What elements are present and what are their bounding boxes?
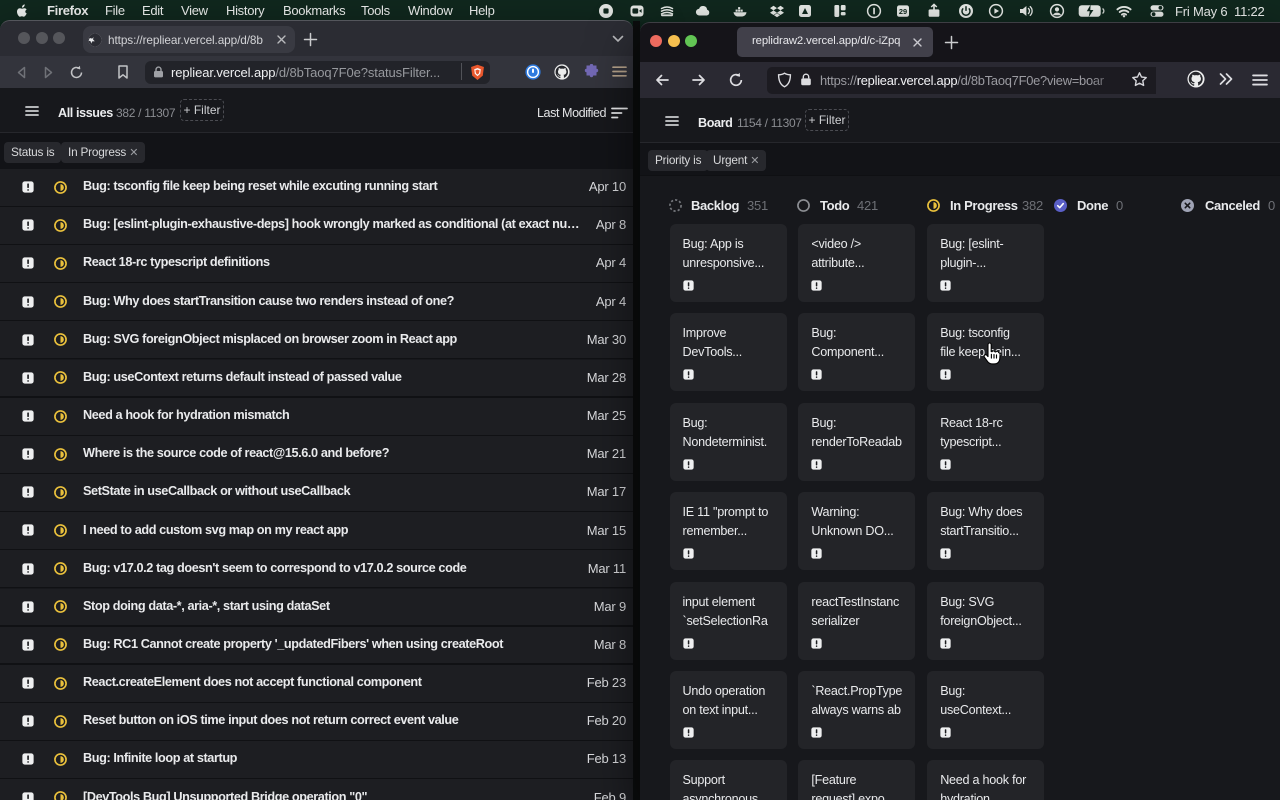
- svg-text:29: 29: [899, 7, 907, 16]
